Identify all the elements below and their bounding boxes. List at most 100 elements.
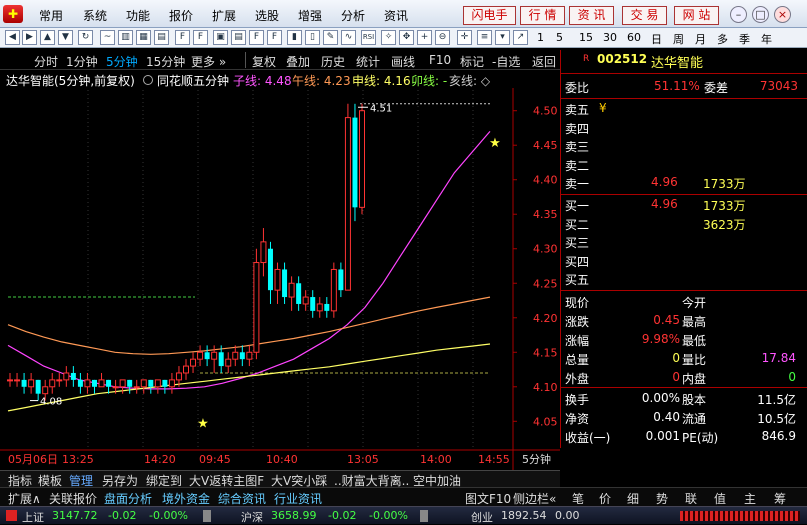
back-arrow-icon[interactable]: ◀ [5,30,20,45]
rsi-icon[interactable]: RSI [361,30,376,45]
market-analysis-tab[interactable]: 盘面分析 [104,490,152,507]
menu-item-analysis[interactable]: 分析 [341,7,365,24]
lines-icon[interactable]: ≡ [477,30,492,45]
kline-chart[interactable]: 4.50 4.45 4.40 4.35 4.30 4.25 4.20 4.15 4.10 4.05… [0,88,560,470]
tab-1min[interactable]: 1分钟 [66,53,98,70]
kline-icon[interactable]: ▥ [118,30,133,45]
index-hs-name[interactable]: 沪深 [241,509,263,525]
detail-icon[interactable]: 细 [627,490,639,507]
fund-icon[interactable]: F [249,30,264,45]
list-icon[interactable]: ▾ [495,30,510,45]
period-day[interactable]: 日 [651,31,662,47]
minute-chart-icon[interactable]: ~ [100,30,115,45]
return-button[interactable]: 返回 [532,53,556,70]
index-cy-name[interactable]: 创业 [471,509,493,525]
report-icon[interactable]: ▤ [231,30,246,45]
overlay-button[interactable]: 叠加 [286,53,310,70]
column-chart-icon[interactable]: ▯ [305,30,320,45]
general-news-tab[interactable]: 综合资讯 [218,490,266,507]
zoom-in-icon[interactable]: + [417,30,432,45]
period-5[interactable]: 5 [556,31,563,44]
close-icon[interactable]: × [774,6,791,23]
pen-icon[interactable]: 笔 [572,490,584,507]
zoom-icon[interactable]: ✧ [381,30,396,45]
candle-body-up [49,379,56,388]
move-icon[interactable]: ✥ [399,30,414,45]
refresh-icon[interactable]: ↻ [78,30,93,45]
period-1[interactable]: 1 [537,31,544,44]
menu-item-enhance[interactable]: 增强 [298,7,322,24]
chips-icon[interactable]: 筹 [774,490,786,507]
menu-item-common[interactable]: 常用 [39,7,63,24]
minimize-icon[interactable]: – [730,6,747,23]
f10-icon[interactable]: F [175,30,190,45]
down-arrow-icon[interactable]: ▼ [58,30,73,45]
period-quarter[interactable]: 季 [739,31,750,47]
value-icon[interactable]: 值 [714,490,726,507]
up-arrow-icon[interactable]: ▲ [40,30,55,45]
menu-item-select[interactable]: 选股 [255,7,279,24]
extend-toggle[interactable]: 扩展∧ [8,490,41,507]
period-week[interactable]: 周 [673,31,684,47]
price-icon[interactable]: 价 [599,490,611,507]
sidebar-toggle[interactable]: 侧边栏« [513,490,556,507]
menu-item-function[interactable]: 功能 [126,7,150,24]
fund2-icon[interactable]: F [267,30,282,45]
period-month[interactable]: 月 [695,31,706,47]
menu-item-system[interactable]: 系统 [83,7,107,24]
draw-line-button[interactable]: 画线 [391,53,415,70]
link-icon[interactable]: 联 [685,490,697,507]
period-60[interactable]: 60 [627,31,641,44]
trend-icon[interactable]: ↗ [513,30,528,45]
related-quote-tab[interactable]: 关联报价 [49,490,97,507]
maximize-icon[interactable]: □ [752,6,769,23]
tab-15min[interactable]: 15分钟 [146,53,185,70]
f10-button[interactable]: F10 [429,53,451,67]
tab-5min[interactable]: 5分钟 [106,53,138,70]
restore-button[interactable]: 复权 [252,53,276,70]
table-icon[interactable]: ▤ [154,30,169,45]
flash-trade-button[interactable]: 闪电手 [463,6,516,25]
stat-value-2: 17.84 [761,351,796,365]
zoom-out-icon[interactable]: ⊖ [435,30,450,45]
market-button[interactable]: 行 情 [520,6,565,25]
indicator-toggle-icon[interactable] [143,75,153,85]
period-year[interactable]: 年 [761,31,772,47]
index-sh-name[interactable]: 上证 [22,509,44,525]
foreign-funds-tab[interactable]: 境外资金 [162,490,210,507]
forward-arrow-icon[interactable]: ▶ [22,30,37,45]
f10-text-tab[interactable]: 图文F10 [465,490,511,507]
trade-button[interactable]: 交 易 [622,6,667,25]
candle-body-up [190,358,197,367]
candle-body-up [119,379,126,388]
f9-icon[interactable]: F [193,30,208,45]
tab-more[interactable]: 更多 » [191,53,226,70]
grid-icon[interactable]: ▦ [136,30,151,45]
tab-timeshare[interactable]: 分时 [34,53,58,70]
note-icon[interactable]: ✎ [323,30,338,45]
chart-icon[interactable]: ▣ [213,30,228,45]
menu-item-quote[interactable]: 报价 [169,7,193,24]
crosshair-icon[interactable]: ✛ [457,30,472,45]
period-15[interactable]: 15 [579,31,593,44]
main-icon[interactable]: 主 [744,490,756,507]
statistics-button[interactable]: 统计 [356,53,380,70]
mark-button[interactable]: 标记 [460,53,484,70]
industry-news-tab[interactable]: 行业资讯 [274,490,322,507]
period-multi[interactable]: 多 [717,31,728,47]
stock-name: 达华智能 [651,56,704,71]
bar-chart-icon[interactable]: ▮ [287,30,302,45]
stat-value: 0 [672,351,680,365]
website-button[interactable]: 网 站 [674,6,719,25]
watchlist-button[interactable]: -自选 [492,53,520,70]
menu-item-news[interactable]: 资讯 [384,7,408,24]
buy-label: 买三 [565,236,590,250]
wave-icon[interactable]: ∿ [341,30,356,45]
trend-tab-icon[interactable]: 势 [656,490,668,507]
news-button[interactable]: 资 讯 [569,6,614,25]
fin-label: 净资 [565,412,590,426]
menu-item-extend[interactable]: 扩展 [212,7,236,24]
history-button[interactable]: 历史 [321,53,345,70]
candle-body-up [232,351,239,360]
period-30[interactable]: 30 [603,31,617,44]
